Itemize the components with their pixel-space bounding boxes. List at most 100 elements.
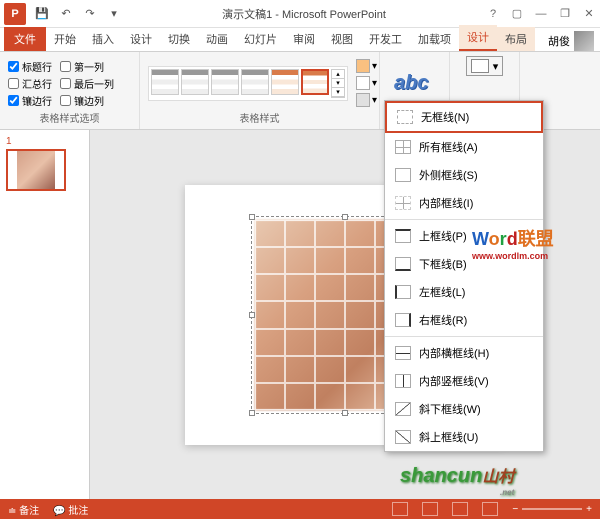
tab-animations[interactable]: 动画 [198, 27, 236, 51]
thumbnail-number: 1 [6, 136, 83, 147]
slide-thumbnail[interactable] [6, 149, 66, 191]
inside-h-border-icon [395, 346, 411, 360]
window-controls: ? ▢ — ❐ ✕ [486, 7, 596, 21]
ribbon-toggle-icon[interactable]: ▢ [510, 7, 524, 21]
outside-borders-icon [395, 168, 411, 182]
all-borders-icon [395, 140, 411, 154]
border-dropdown-menu: 无框线(N) 所有框线(A) 外侧框线(S) 内部框线(I) 上框线(P) 下框… [384, 100, 544, 452]
group-label: 表格样式选项 [8, 110, 131, 125]
wordart-icon: abc [394, 72, 428, 95]
no-border-icon [397, 110, 413, 124]
help-icon[interactable]: ? [486, 7, 500, 21]
tab-transitions[interactable]: 切换 [160, 27, 198, 51]
tab-design[interactable]: 设计 [122, 27, 160, 51]
style-thumb-selected[interactable] [301, 69, 329, 95]
user-name: 胡俊 [548, 33, 570, 49]
gallery-scroll[interactable]: ▴▾▾ [331, 69, 345, 98]
title-bar: P 💾 ↶ ↷ ▾ 演示文稿1 - Microsoft PowerPoint ?… [0, 0, 600, 28]
notes-button[interactable]: ≐ 备注 [8, 502, 39, 517]
menu-outside-borders[interactable]: 外侧框线(S) [385, 161, 543, 189]
tab-review[interactable]: 审阅 [285, 27, 323, 51]
minimize-icon[interactable]: — [534, 7, 548, 21]
undo-icon[interactable]: ↶ [58, 6, 74, 22]
zoom-slider[interactable] [522, 508, 582, 510]
qat-more-icon[interactable]: ▾ [106, 6, 122, 22]
pen-style-button[interactable]: ▾ [466, 56, 504, 76]
zoom-out-icon[interactable]: − [512, 504, 518, 515]
tab-home[interactable]: 开始 [46, 27, 84, 51]
status-bar: ≐ 备注 💬 批注 − + [0, 499, 600, 519]
group-table-styles: ▴▾▾ ▾ ▾ ▾ 表格样式 [140, 52, 380, 129]
close-icon[interactable]: ✕ [582, 7, 596, 21]
comments-button[interactable]: 💬 批注 [53, 502, 88, 517]
resize-handle[interactable] [249, 410, 255, 416]
separator [385, 336, 543, 337]
cb-last-col[interactable]: 最后一列 [60, 76, 114, 91]
diag-up-icon [395, 430, 411, 444]
inside-borders-icon [395, 196, 411, 210]
cb-header-row[interactable]: 标题行 [8, 59, 52, 74]
menu-no-border[interactable]: 无框线(N) [385, 101, 543, 133]
resize-handle[interactable] [342, 214, 348, 220]
thumbnail-image [17, 151, 55, 189]
menu-inside-borders[interactable]: 内部框线(I) [385, 189, 543, 217]
tab-layout[interactable]: 布局 [497, 27, 535, 51]
style-thumb[interactable] [241, 69, 269, 95]
save-icon[interactable]: 💾 [34, 6, 50, 22]
view-normal-icon[interactable] [392, 502, 408, 516]
top-border-icon [395, 229, 411, 243]
resize-handle[interactable] [342, 410, 348, 416]
thumbnail-panel: 1 [0, 130, 90, 500]
style-thumb[interactable] [151, 69, 179, 95]
cb-first-col[interactable]: 第一列 [60, 59, 114, 74]
view-sorter-icon[interactable] [422, 502, 438, 516]
menu-diag-up-border[interactable]: 斜上框线(U) [385, 423, 543, 451]
window-title: 演示文稿1 - Microsoft PowerPoint [122, 6, 486, 22]
separator [385, 219, 543, 220]
effects-button[interactable]: ▾ [354, 92, 379, 108]
wordart-button[interactable]: abc [388, 70, 434, 97]
tab-developer[interactable]: 开发工 [361, 27, 410, 51]
tab-view[interactable]: 视图 [323, 27, 361, 51]
style-thumb[interactable] [211, 69, 239, 95]
redo-icon[interactable]: ↷ [82, 6, 98, 22]
user-account[interactable]: 胡俊 [548, 31, 600, 51]
group-label: 表格样式 [148, 110, 371, 125]
view-reading-icon[interactable] [452, 502, 468, 516]
menu-left-border[interactable]: 左框线(L) [385, 278, 543, 306]
zoom-in-icon[interactable]: + [586, 504, 592, 515]
bottom-border-icon [395, 257, 411, 271]
resize-handle[interactable] [249, 312, 255, 318]
menu-inside-h-border[interactable]: 内部横框线(H) [385, 339, 543, 367]
watermark-shancun: shancun山村 .net [400, 463, 514, 497]
style-gallery[interactable]: ▴▾▾ [148, 66, 348, 101]
avatar [574, 31, 594, 51]
group-style-options: 标题行 第一列 汇总行 最后一列 镶边行 镶边列 表格样式选项 [0, 52, 140, 129]
tab-file[interactable]: 文件 [4, 27, 46, 51]
zoom-control[interactable]: − + [512, 504, 592, 515]
cb-banded-row[interactable]: 镶边行 [8, 93, 52, 108]
style-thumb[interactable] [271, 69, 299, 95]
restore-icon[interactable]: ❐ [558, 7, 572, 21]
tab-insert[interactable]: 插入 [84, 27, 122, 51]
ribbon-tabs: 文件 开始 插入 设计 切换 动画 幻灯片 审阅 视图 开发工 加载项 设计 布… [0, 28, 600, 52]
menu-right-border[interactable]: 右框线(R) [385, 306, 543, 334]
menu-all-borders[interactable]: 所有框线(A) [385, 133, 543, 161]
resize-handle[interactable] [249, 214, 255, 220]
borders-button[interactable]: ▾ [354, 75, 379, 91]
shading-button[interactable]: ▾ [354, 58, 379, 74]
inside-v-border-icon [395, 374, 411, 388]
menu-diag-down-border[interactable]: 斜下框线(W) [385, 395, 543, 423]
watermark-url: www.wordlm.com [472, 251, 554, 261]
cb-banded-col[interactable]: 镶边列 [60, 93, 114, 108]
cb-total-row[interactable]: 汇总行 [8, 76, 52, 91]
tab-table-design[interactable]: 设计 [459, 25, 497, 51]
watermark-wordlm: Word联盟 www.wordlm.com [472, 225, 554, 261]
menu-inside-v-border[interactable]: 内部竖框线(V) [385, 367, 543, 395]
view-slideshow-icon[interactable] [482, 502, 498, 516]
diag-down-icon [395, 402, 411, 416]
tab-addins[interactable]: 加载项 [410, 27, 459, 51]
style-thumb[interactable] [181, 69, 209, 95]
app-icon: P [4, 3, 26, 25]
tab-slideshow[interactable]: 幻灯片 [236, 27, 285, 51]
